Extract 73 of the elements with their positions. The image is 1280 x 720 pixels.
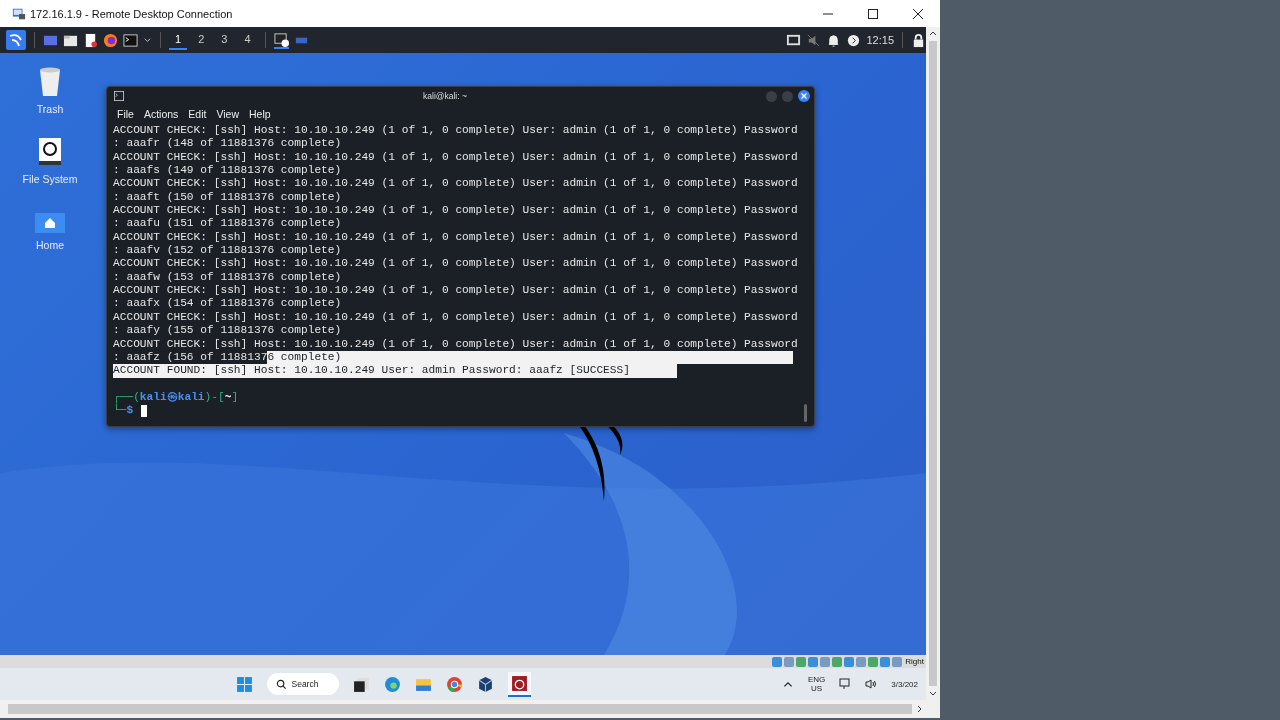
terminal-text: ACCOUNT FOUND: [ssh] Host: 10.10.10.249 User: admin Password: aaafz [SUCCESS] (113, 364, 630, 378)
terminal-text: : aaafs (149 of 11881376 complete) (113, 164, 342, 178)
terminal-text: : aaafx (154 of 11881376 complete) (113, 297, 342, 311)
prompt-symbol: └─$ (113, 404, 134, 418)
workspace-button[interactable]: 3 (215, 30, 234, 50)
terminal-text: ACCOUNT CHECK: [ssh] Host: 10.10.10.249 (1 of 1, 0 complete) User: admin (1 of 1, 0 complete) Password (113, 310, 798, 325)
close-icon[interactable] (913, 8, 923, 19)
terminal-text: ACCOUNT CHECK: [ssh] Host: 10.10.10.249 (1 of 1, 0 complete) User: admin (1 of 1, 0 complete) Password (113, 204, 798, 218)
caret-icon[interactable] (143, 35, 152, 45)
muted-speaker-icon[interactable] (806, 32, 822, 48)
menu-item[interactable]: View (216, 108, 240, 120)
menu-item[interactable]: Help (249, 108, 271, 120)
document-icon[interactable] (83, 32, 98, 48)
region-label[interactable]: US (811, 684, 823, 693)
menu-item[interactable]: File (117, 108, 134, 120)
host-key-label: Right (905, 657, 924, 666)
language-label[interactable]: ENG (807, 675, 826, 684)
terminal-text: ACCOUNT CHECK: [ssh] Host: 10.10.10.249 (1 of 1, 0 complete) User: admin (1 of 1, 0 complete) Password (113, 150, 798, 165)
workspace-button[interactable]: 2 (192, 30, 211, 50)
prompt-line: ┌──(kali㉿kali)-[~] (113, 390, 239, 404)
terminal-text: : aaafy (155 of 11881376 complete) (113, 324, 342, 338)
trash-icon[interactable] (38, 67, 62, 97)
menu-item[interactable]: Edit (188, 108, 207, 120)
terminal-text: ACCOUNT CHECK: [ssh] Host: 10.10.10.249 (1 of 1, 0 complete) User: admin (1 of 1, 0 complete) Password (113, 337, 798, 351)
kali-menu-icon[interactable] (6, 30, 26, 50)
terminal-text: : aaafv (152 of 11881376 complete) (113, 244, 342, 258)
terminal-text: 6 complete) (267, 350, 342, 365)
remote-desktop-icon (12, 6, 26, 21)
terminal-text: ACCOUNT CHECK: [ssh] Host: 10.10.10.249 (1 of 1, 0 complete) User: admin (1 of 1, 0 complete) Password (113, 257, 798, 271)
desktop-icon-label[interactable]: File System (22, 173, 78, 185)
search-field[interactable]: Search (267, 673, 340, 695)
speaker-icon[interactable] (865, 678, 878, 690)
power-icon[interactable] (846, 32, 862, 48)
terminal-title: kali@kali: ~ (422, 91, 468, 101)
maximize-icon[interactable] (868, 8, 878, 19)
firefox-icon[interactable] (103, 32, 118, 48)
terminal-text: : aaafr (148 of 11881376 complete) (113, 137, 342, 151)
desktop-icon-label[interactable]: Trash (36, 103, 64, 115)
terminal-text: : aaafu (151 of 11881376 complete) (113, 217, 342, 231)
terminal-text: ACCOUNT CHECK: [ssh] Host: 10.10.10.249 (1 of 1, 0 complete) User: admin (1 of 1, 0 complete) Password (113, 124, 798, 138)
terminal-text: ACCOUNT CHECK: [ssh] Host: 10.10.10.249 (1 of 1, 0 complete) User: admin (1 of 1, 0 complete) Password (113, 177, 798, 191)
terminal-text: : aaafw (153 of 11881376 complete) (113, 270, 342, 285)
scrollbar-thumb[interactable] (804, 404, 807, 422)
clock[interactable]: 12:15 (866, 34, 894, 46)
terminal-text: ACCOUNT CHECK: [ssh] Host: 10.10.10.249 (1 of 1, 0 complete) User: admin (1 of 1, 0 complete) Password (113, 230, 798, 245)
app-icon[interactable] (508, 671, 532, 697)
scrollbar-thumb[interactable] (8, 704, 912, 714)
network-icon[interactable] (839, 678, 852, 690)
scrollbar-thumb[interactable] (929, 41, 937, 686)
terminal-text: : aaafz (156 of 1188137 (113, 350, 268, 365)
edge-icon[interactable] (384, 675, 402, 693)
close-icon[interactable] (798, 90, 810, 102)
home-icon[interactable] (35, 213, 65, 233)
start-icon[interactable] (236, 675, 254, 693)
drive-icon[interactable] (38, 137, 62, 167)
search-icon (276, 679, 288, 690)
desktop-icon-label[interactable]: Home (36, 239, 64, 251)
terminal-icon[interactable] (123, 32, 138, 48)
date-label[interactable]: 3/3/202 (891, 679, 918, 689)
text-cursor (141, 405, 148, 418)
lock-icon[interactable] (911, 32, 926, 48)
terminal-window-icon[interactable] (273, 31, 289, 49)
workspace-button[interactable]: 4 (238, 30, 257, 50)
window-title: 172.16.1.9 - Remote Desktop Connection (30, 7, 233, 20)
display-icon[interactable] (786, 32, 802, 48)
terminal-icon (114, 91, 124, 101)
menu-item[interactable]: Actions (143, 108, 179, 120)
task-view-icon[interactable] (353, 675, 371, 693)
workspace-button[interactable]: 1 (169, 30, 188, 50)
terminal-text: ACCOUNT CHECK: [ssh] Host: 10.10.10.249 (1 of 1, 0 complete) User: admin (1 of 1, 0 complete) Password (113, 284, 798, 298)
terminal-text: : aaaft (150 of 11881376 complete) (113, 190, 342, 205)
chrome-icon[interactable] (446, 675, 464, 693)
cube-icon[interactable] (477, 675, 495, 693)
